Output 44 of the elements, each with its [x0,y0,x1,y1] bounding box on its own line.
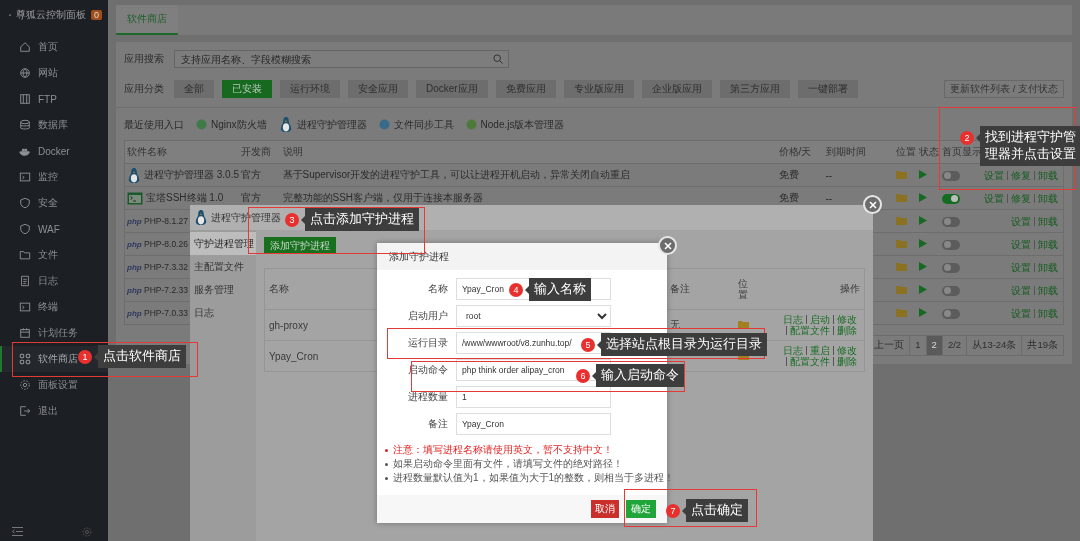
panel-title: 尊狐云控制面板 [16,8,86,22]
column-header: 软件名称 [124,140,239,164]
column-header: 位置 [893,140,917,164]
form-label: 备注 [427,417,448,431]
description-cell: 完整功能的SSH客户端，仅用于连接本服务器 [282,192,484,203]
app-name: PHP-7.2.33 [144,285,188,295]
category-label: 应用分类 [124,82,165,96]
price-cell: 免费 [778,169,799,180]
app-name: 宝塔SSH终端 1.0 [146,191,224,205]
form-label: 启动用户 [407,309,448,323]
process-name: gh-proxy [269,319,308,331]
notification-badge: 0 [91,10,102,20]
form-label: 运行目录 [407,336,448,350]
column-header: 操作 [840,283,860,294]
column-header: 价格/天 [776,140,824,164]
column-header: 状态 [916,140,940,164]
recent-label: 最近使用入口 [124,117,184,132]
price-cell: 免费 [778,192,799,203]
column-header: 位置 [738,278,748,300]
search-label: 应用搜索 [124,52,165,66]
form-label: 进程数量 [407,390,448,404]
column-header: 开发商 [238,140,281,164]
app-name: PHP-7.0.33 [144,308,188,318]
php-logo: php [127,308,141,318]
php-logo: php [127,285,141,295]
column-header: 说明 [280,140,777,164]
process-name: Ypay_Cron [269,350,319,362]
expiry-cell: -- [825,192,833,204]
php-logo: php [127,239,141,249]
column-header: 名称 [269,283,289,294]
column-header: 备注 [670,283,690,294]
column-header: 到期时间 [823,140,894,164]
app-name: PHP-8.1.27 [144,216,188,226]
app-name: PHP-7.3.32 [144,262,188,272]
developer-cell: 官方 [240,169,261,180]
note-text: 注意：填写进程名称请使用英文，暂不支持中文！ [385,443,667,457]
developer-cell: 官方 [240,192,261,203]
form-label: 名称 [427,282,448,296]
php-logo: php [127,262,141,272]
note-text: 如果启动命令里面有文件，请填写文件的绝对路径！ [385,457,667,471]
php-logo: php [127,216,141,226]
app-name: 进程守护管理器 3.0.5 [144,168,240,182]
app-name: PHP-8.0.26 [144,239,188,249]
expiry-cell: -- [825,169,833,181]
